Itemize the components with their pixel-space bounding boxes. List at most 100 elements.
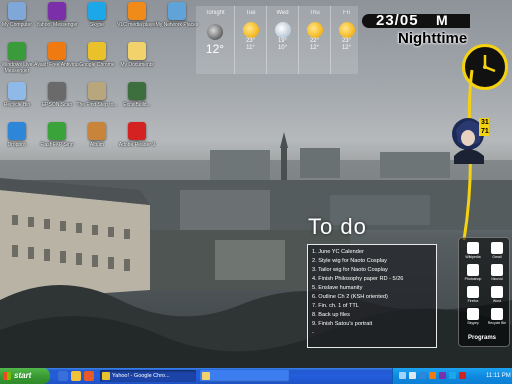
desktop-icon[interactable]: ExcelBuild... [114,82,160,122]
weather-day-4: Fri 23° 12° [331,6,362,74]
weather-day-name: Thu [309,10,320,16]
taskbar: start Yahoo! - Google Chro... 11:11 PM [0,368,512,384]
book-icon [88,82,106,100]
dock-item-label: Firefox [467,299,479,303]
vlc-icon [128,2,146,20]
dock-item[interactable]: Skypey [461,308,485,326]
todo-item[interactable]: 5. Enslave humanity [312,284,436,293]
desktop-icon-label: Adobe Reader 9 [118,142,156,148]
month-letter: M [436,12,448,28]
dock-item-label: Photoshop [464,277,482,281]
dock-item[interactable]: Nicovid [485,264,509,282]
excel-icon [128,82,146,100]
weather-low: 12° [341,45,352,51]
avast-icon [48,42,66,60]
todo-panel[interactable]: 1. June YC Calender 2. Style wig for Nao… [307,244,437,348]
ftp-icon [48,122,66,140]
programs-dock-title: Programs [468,335,497,341]
programs-dock: Wikipedia Gmail Photoshop Nicovid Firefox Wor… [458,237,510,347]
word-icon [491,286,503,298]
weather-day-name: Fri [343,10,350,16]
dock-item[interactable]: Gmail [485,242,509,260]
start-label: start [14,371,32,380]
taskbar-window-chrome[interactable]: Yahoo! - Google Chro... [100,370,196,382]
dock-item[interactable]: Recycle Bin [485,308,509,326]
media-player-icon[interactable] [84,371,94,381]
weather-high: 23° [341,38,352,44]
weather-day-3: Thu 22° 12° [299,6,330,74]
dock-item[interactable]: Word [485,286,509,304]
todo-item[interactable]: - [312,329,436,338]
weather-day-1: Tue 23° 11° [235,6,266,74]
windows-logo-icon [3,372,11,380]
badge-number-top: 31 [481,119,489,126]
todo-item[interactable]: 7. Fin. ch. 1 of TTL [312,302,436,311]
weather-tonight-label: Tonight [205,10,225,16]
volume-icon[interactable] [409,372,416,379]
documents-icon [128,42,146,60]
dock-item[interactable]: Photoshop [461,264,485,282]
dock-item-label: Recycle Bin [487,321,507,325]
sun-icon [306,22,323,38]
adobe-reader-icon [128,122,146,140]
moon-icon [207,24,223,40]
recycle-bin-icon [491,308,503,320]
start-button[interactable]: start [0,368,50,384]
desktop-icon-label: ExcelBuild... [123,102,151,108]
weather-current-temp: 12° [205,42,225,56]
folder-icon [202,372,210,380]
chrome-icon [88,42,106,60]
show-desktop-icon[interactable] [58,371,68,381]
weather-day-name: Tue [245,10,256,16]
dock-item-label: Nicovid [491,277,503,281]
dropbox-tray-icon[interactable] [419,372,426,379]
dropbox-icon [8,122,26,140]
dock-item[interactable]: Firefox [461,286,485,304]
cloud-sun-icon [274,22,291,38]
weather-day-name: Wed [276,10,289,16]
recycle-bin-icon [8,82,26,100]
todo-item[interactable]: 1. June YC Calender [312,248,436,257]
weather-widget[interactable]: Tonight 12° Tue 23° 11° Wed 19° 10° Thu … [196,6,358,74]
epson-scan-icon [48,82,66,100]
weather-high: 23° [245,38,256,44]
skype-tray-icon[interactable] [449,372,456,379]
desktop-icon[interactable]: My Network Places [154,2,200,42]
ie-icon[interactable] [71,371,81,381]
todo-item[interactable]: 9. Finish Satou's portrait [312,320,436,329]
dock-item-label: Skypey [467,321,479,325]
messenger-tray-icon[interactable] [439,372,446,379]
todo-item[interactable]: 2. Style wig for Naoto Cosplay [312,257,436,266]
todo-item[interactable]: 6. Outline Ch 2 (KSH oriented) [312,293,436,302]
chrome-icon [102,372,110,380]
desktop-icon-label: My Documents [120,62,154,68]
album-icon [88,122,106,140]
taskbar-window-folder[interactable] [200,370,290,382]
desktop-icon[interactable]: My Documents [114,42,160,82]
computer-icon [8,2,26,20]
todo-list: 1. June YC Calender 2. Style wig for Nao… [308,245,436,338]
security-icon[interactable] [459,372,466,379]
desktop-icon[interactable]: Adobe Reader 9 [114,122,160,162]
todo-title: To do [308,214,367,239]
todo-item[interactable]: 4. Finish Philosophy paper RD - 5/26 [312,275,436,284]
taskbar-clock[interactable]: 11:11 PM [486,368,511,384]
weather-low: 12° [309,45,320,51]
dock-item[interactable]: Wikipedia [461,242,485,260]
nicovideo-icon [491,264,503,276]
gmail-icon [491,242,503,254]
weather-tonight: Tonight 12° [196,6,234,74]
network-tray-icon[interactable] [399,372,406,379]
skype-icon [88,2,106,20]
weather-high: 22° [309,38,320,44]
desktop-icon-label: My Network Places [155,22,199,28]
firefox-icon [467,286,479,298]
todo-item[interactable]: 3. Tailor wig for Naoto Cosplay [312,266,436,275]
todo-item[interactable]: 8. Back up files [312,311,436,320]
dock-item-label: Word [492,299,502,303]
avast-tray-icon[interactable] [429,372,436,379]
live-messenger-icon [8,42,26,60]
date-text: 23/05 [376,12,419,29]
badge-number-bottom: 71 [481,128,489,135]
weather-low: 10° [277,45,288,51]
